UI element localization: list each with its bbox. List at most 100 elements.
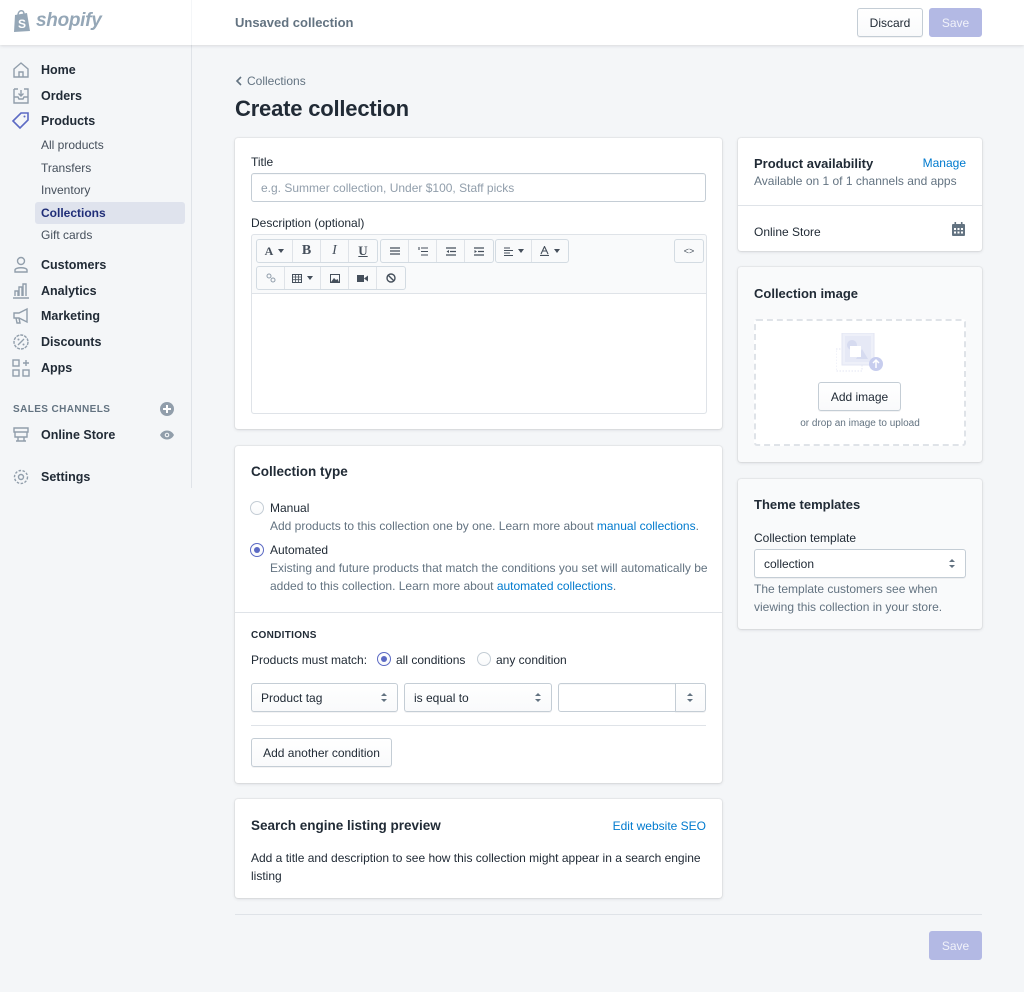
availability-subtitle: Available on 1 of 1 channels and apps — [754, 174, 957, 188]
save-button[interactable]: Save — [929, 8, 982, 37]
all-conditions-radio[interactable] — [377, 652, 391, 666]
font-button[interactable]: A — [257, 240, 293, 262]
apps-icon — [12, 359, 30, 377]
breadcrumb-collections[interactable]: Collections — [235, 74, 306, 88]
sidebar-item-analytics[interactable]: Analytics — [0, 279, 191, 303]
add-image-button[interactable]: Add image — [818, 382, 901, 411]
calendar-icon[interactable] — [952, 222, 965, 236]
template-help: The template customers see when viewing … — [754, 582, 943, 614]
caret-down-icon — [307, 276, 313, 280]
select-arrows-icon — [687, 693, 693, 703]
numbered-list-icon — [417, 246, 428, 256]
condition-operator-select[interactable]: is equal to — [404, 683, 552, 712]
automated-radio-label[interactable]: Automated — [270, 543, 328, 557]
text-color-button[interactable] — [532, 240, 568, 262]
manual-radio[interactable] — [250, 501, 264, 515]
bullet-list-button[interactable] — [381, 240, 409, 262]
clear-formatting-button[interactable] — [377, 267, 405, 289]
sidebar-item-products[interactable]: Products — [0, 109, 191, 133]
link-button[interactable] — [257, 267, 285, 289]
sidebar-subitem-all-products[interactable]: All products — [35, 134, 185, 156]
collection-template-label: Collection template — [754, 531, 857, 545]
condition-field-select[interactable]: Product tag — [251, 683, 398, 712]
manual-collections-link[interactable]: manual collections — [597, 519, 696, 533]
automated-help-text: Existing and future products that match … — [270, 561, 708, 593]
footer-save-button[interactable]: Save — [929, 931, 982, 960]
sidebar-subitem-inventory[interactable]: Inventory — [35, 179, 185, 201]
sidebar-subitem-collections[interactable]: Collections — [35, 202, 185, 224]
collection-template-select[interactable]: collection — [754, 549, 966, 578]
sidebar-subitem-label: Transfers — [41, 161, 92, 175]
manage-link[interactable]: Manage — [923, 156, 966, 170]
topbar-divider — [191, 0, 192, 45]
edit-seo-link[interactable]: Edit website SEO — [613, 819, 706, 833]
rich-text-editor: A B I U <> — [251, 234, 707, 414]
manual-radio-label[interactable]: Manual — [270, 501, 309, 515]
period: . — [612, 578, 617, 593]
link-icon — [266, 273, 275, 283]
bold-button[interactable]: B — [293, 240, 321, 262]
sidebar-item-label: Products — [41, 114, 96, 128]
title-input[interactable]: e.g. Summer collection, Under $100, Staf… — [251, 173, 706, 202]
any-condition-radio[interactable] — [477, 652, 491, 666]
html-toggle-button[interactable]: <> — [675, 240, 703, 262]
table-button[interactable] — [285, 267, 321, 289]
breadcrumb-label: Collections — [247, 74, 306, 88]
sidebar-item-label: Discounts — [41, 335, 102, 349]
outdent-button[interactable] — [437, 240, 465, 262]
topbar: S shopify Unsaved collection Discard Sav… — [0, 0, 1024, 45]
sidebar-item-apps[interactable]: Apps — [0, 356, 191, 380]
automated-radio[interactable] — [250, 543, 264, 557]
text-color-icon — [540, 246, 549, 256]
shopify-logo[interactable]: S shopify — [12, 9, 102, 33]
add-sales-channel-icon[interactable] — [160, 402, 174, 416]
sidebar-item-home[interactable]: Home — [0, 58, 191, 82]
seo-heading: Search engine listing preview — [251, 818, 441, 833]
gear-icon — [12, 468, 30, 486]
align-button[interactable] — [496, 240, 532, 262]
sidebar-item-customers[interactable]: Customers — [0, 253, 191, 277]
any-condition-label[interactable]: any condition — [496, 653, 567, 667]
manual-help-text: Add products to this collection one by o… — [270, 519, 597, 533]
channel-online-store: Online Store — [754, 225, 821, 239]
image-dropzone[interactable]: Add image or drop an image to upload — [754, 319, 966, 446]
numbered-list-button[interactable] — [409, 240, 437, 262]
bullet-list-icon — [389, 247, 400, 255]
condition-field-value: Product tag — [261, 690, 323, 705]
svg-text:S: S — [18, 17, 26, 31]
sidebar-subitem-label: Collections — [41, 206, 106, 220]
sidebar-subitem-gift-cards[interactable]: Gift cards — [35, 224, 185, 246]
title-label: Title — [251, 155, 274, 169]
select-arrows-icon — [535, 693, 541, 703]
conditions-divider — [251, 725, 706, 726]
condition-value-input[interactable] — [558, 683, 676, 712]
title-description-card: Title e.g. Summer collection, Under $100… — [235, 138, 722, 429]
collection-image-card: Collection image Add image or drop an im… — [738, 267, 982, 462]
tag-icon — [12, 112, 30, 130]
sidebar-item-marketing[interactable]: Marketing — [0, 304, 191, 328]
condition-value-dropdown[interactable] — [675, 683, 706, 712]
insert-image-button[interactable] — [321, 267, 349, 289]
period: . — [695, 519, 699, 533]
automated-collections-link[interactable]: automated collections — [497, 579, 613, 593]
toolbar-group-lists — [380, 239, 494, 263]
eye-icon[interactable] — [160, 430, 174, 440]
indent-button[interactable] — [465, 240, 493, 262]
insert-video-button[interactable] — [349, 267, 377, 289]
description-textarea[interactable] — [252, 293, 706, 413]
match-label: Products must match: — [251, 653, 368, 667]
product-availability-card: Product availability Manage Available on… — [738, 138, 982, 251]
add-condition-button[interactable]: Add another condition — [251, 738, 392, 767]
conditions-heading: CONDITIONS — [251, 630, 317, 641]
toolbar-group-html: <> — [674, 239, 704, 263]
sidebar-subitem-transfers[interactable]: Transfers — [35, 157, 185, 179]
sidebar-item-settings[interactable]: Settings — [0, 465, 191, 489]
italic-button[interactable]: I — [321, 240, 349, 262]
discard-button[interactable]: Discard — [857, 8, 923, 37]
underline-button[interactable]: U — [349, 240, 377, 262]
all-conditions-label[interactable]: all conditions — [396, 653, 465, 667]
collection-template-value: collection — [764, 556, 815, 571]
sidebar-item-label: Online Store — [41, 428, 116, 442]
sidebar-item-discounts[interactable]: Discounts — [0, 330, 191, 354]
sidebar-item-orders[interactable]: Orders — [0, 84, 191, 108]
